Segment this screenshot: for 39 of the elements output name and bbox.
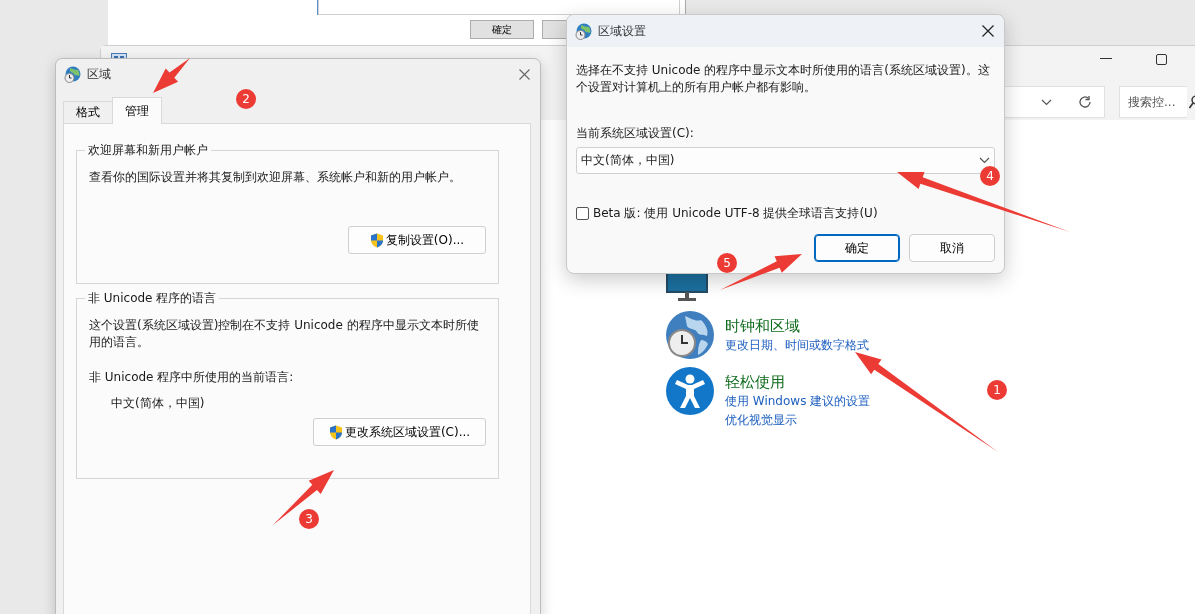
field-label: 当前系统区域设置(C): xyxy=(576,125,695,142)
chevron-down-icon[interactable] xyxy=(979,157,990,164)
current-language-label: 非 Unicode 程序中所使用的当前语言: xyxy=(89,369,295,386)
checkbox-label[interactable]: Beta 版: 使用 Unicode UTF-8 提供全球语言支持(U) xyxy=(593,205,878,222)
shield-icon xyxy=(328,424,343,440)
minimize-icon[interactable] xyxy=(1100,58,1112,60)
shield-button[interactable]: 更改系统区域设置(C)... xyxy=(313,418,486,446)
shield-icon xyxy=(369,232,384,248)
group-title: 欢迎屏幕和新用户帐户 xyxy=(87,142,209,159)
description-text: 这个设置(系统区域设置)控制在不支持 Unicode 的程序中显示文本时所使用的语言。 xyxy=(89,317,480,351)
category-title-link[interactable]: 轻松使用 xyxy=(725,372,871,392)
description-text: 查看你的国际设置并将其复制到欢迎屏幕、系统帐户和新的用户帐户。 xyxy=(89,169,462,186)
annotation-arrow xyxy=(153,58,190,93)
window-title: 区域设置 xyxy=(598,22,646,40)
chevron-down-icon[interactable] xyxy=(1041,98,1052,106)
refresh-icon[interactable] xyxy=(1078,95,1092,109)
globe-clock-icon[interactable] xyxy=(665,310,715,360)
current-language-value: 中文(简体，中国) xyxy=(110,395,206,412)
category-link[interactable]: 更改日期、时间或数字格式 xyxy=(725,336,869,355)
accessibility-icon[interactable] xyxy=(665,366,715,416)
description-text: 选择在不支持 Unicode 的程序中显示文本时所使用的语言(系统区域设置)。这个设置对计算机上的所有用户帐户都有影响。 xyxy=(576,62,991,96)
category-title-link[interactable]: 时钟和区域 xyxy=(725,316,869,336)
category-link[interactable]: 优化视觉显示 xyxy=(725,411,871,430)
tab[interactable]: 格式 xyxy=(63,101,113,123)
annotation-arrow xyxy=(273,470,334,525)
checkbox[interactable] xyxy=(576,207,589,220)
category-link[interactable]: 使用 Windows 建议的设置 xyxy=(725,392,871,411)
ok-button[interactable]: 確定 xyxy=(470,20,534,39)
close-icon[interactable] xyxy=(982,25,994,37)
tab[interactable]: 管理 xyxy=(112,97,162,124)
dialog-button[interactable]: 确定 xyxy=(814,234,900,262)
window-title: 区域 xyxy=(87,65,111,83)
search-field[interactable]: 搜索控... xyxy=(1119,86,1187,118)
globe-clock-icon xyxy=(575,22,592,40)
dialog-button[interactable]: 取消 xyxy=(909,234,995,262)
maximize-icon[interactable] xyxy=(1156,53,1167,65)
globe-clock-icon xyxy=(64,65,81,83)
shield-button[interactable]: 复制设置(O)... xyxy=(348,226,486,254)
group-title: 非 Unicode 程序的语言 xyxy=(87,290,218,307)
